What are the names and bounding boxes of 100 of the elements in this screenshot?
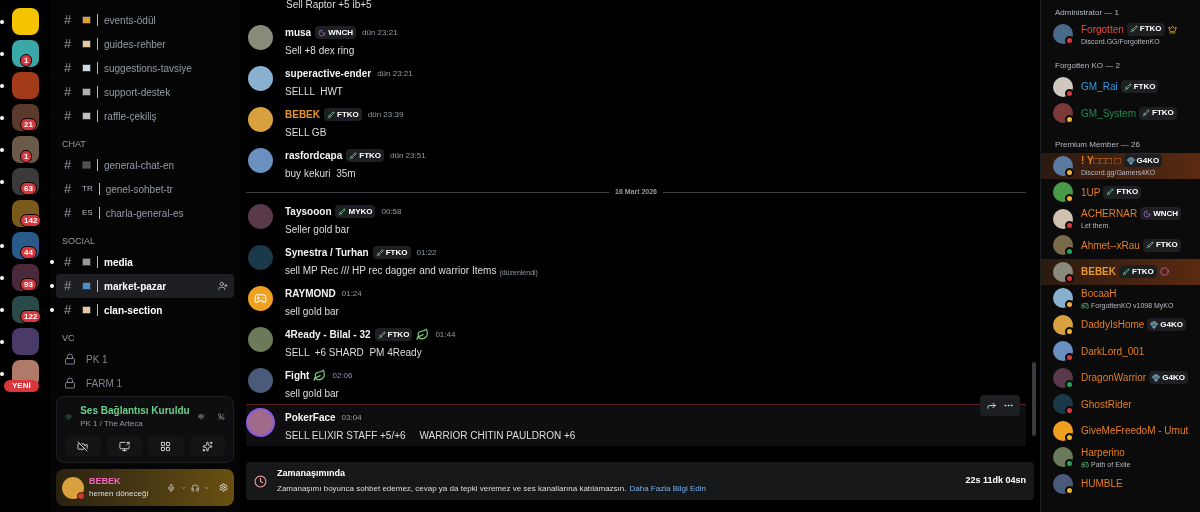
sword-icon (1145, 241, 1154, 250)
member-name: DarkLord_001 (1081, 344, 1145, 359)
channel-item[interactable]: # media (56, 250, 234, 274)
member-item[interactable]: GhostRider (1041, 391, 1200, 418)
member-avatar (1053, 288, 1073, 309)
member-avatar (1053, 208, 1073, 229)
channel-item[interactable]: # market-pazar (56, 274, 234, 298)
grid-icon (160, 440, 172, 452)
message-author[interactable]: superactive-ender (285, 66, 372, 81)
invite-icon[interactable] (218, 281, 228, 291)
member-item[interactable]: Ahmet--xRau FTKO (1041, 232, 1200, 259)
member-avatar (1053, 24, 1073, 45)
message-author[interactable]: Taysooon (285, 204, 332, 219)
mention-badge: 122 (20, 310, 42, 323)
sword-icon (327, 110, 335, 119)
message-author[interactable]: Fight (285, 368, 310, 383)
message-author[interactable]: PokerFace (285, 410, 336, 425)
member-item[interactable]: GM_Rai FTKO (1041, 73, 1200, 100)
sword-icon (377, 330, 386, 339)
settings-icon[interactable] (218, 481, 228, 494)
scrollbar-thumb[interactable] (1032, 362, 1036, 436)
message-author[interactable]: Synestra / Turhan (285, 245, 369, 260)
voice-channel[interactable]: PK 1 (86, 351, 108, 367)
timeout-remaining: 22s 11dk 04sn (965, 474, 1026, 488)
voice-channel-name[interactable]: PK 1 / The Arteca (80, 418, 190, 430)
mention-badge: 142 (20, 214, 42, 227)
gem-icon (1150, 320, 1159, 329)
message-author[interactable]: musa (285, 25, 312, 40)
learn-more-link[interactable]: Daha Fazla Bilgi Edin (629, 482, 706, 495)
status-indicator (77, 491, 85, 500)
tag-label: FTKO (385, 246, 408, 259)
voice-channel[interactable]: FARM 1 (86, 375, 123, 391)
member-item[interactable]: BEBEK FTKO (1041, 258, 1200, 285)
lock-icon (64, 353, 76, 365)
channel-item[interactable]: # events-ödül (56, 8, 234, 32)
user-avatar[interactable] (248, 148, 273, 173)
sword-icon (1106, 188, 1115, 197)
member-item[interactable]: GM_System FTKO (1041, 100, 1200, 127)
member-item[interactable]: HUMBLE (1041, 470, 1200, 497)
sword-icon (375, 248, 384, 257)
tag-label: FTKO (1155, 239, 1178, 252)
channel-item[interactable]: # guides-rehber (56, 32, 234, 56)
member-item[interactable]: 1UP FTKO (1041, 179, 1200, 206)
member-item[interactable]: DaddyIsHome G4KO (1041, 311, 1200, 338)
member-name: GiveMeFreedoM - Umut (1081, 424, 1189, 439)
channel-item[interactable]: # ES charla-general-es (56, 201, 234, 225)
member-avatar (1053, 447, 1073, 468)
user-avatar[interactable] (248, 25, 273, 50)
soundboard-button[interactable] (189, 436, 225, 456)
microphone-icon[interactable] (167, 481, 176, 494)
custom-status: hemen döneceği (89, 488, 149, 501)
activities-button[interactable] (148, 436, 184, 456)
user-avatar[interactable] (248, 107, 273, 132)
channel-item[interactable]: # support-destek (56, 80, 234, 104)
channel-item[interactable]: # clan-section (56, 298, 234, 322)
message-author[interactable]: RAYMOND (285, 286, 336, 301)
sword-icon (349, 151, 358, 160)
user-avatar[interactable] (248, 286, 273, 311)
category-header[interactable]: SOCIAL (56, 225, 234, 250)
message-text: SELL +6 SHARD PM 4Ready (285, 346, 422, 360)
sword-icon (1142, 109, 1150, 118)
member-item[interactable]: GiveMeFreedoM - Umut (1041, 417, 1200, 444)
member-name: BocaaH (1081, 286, 1117, 301)
channel-item[interactable]: # suggestions-tavsiye (56, 56, 234, 80)
category-header[interactable]: VC (56, 322, 234, 347)
member-name: ACHERNAR (1081, 207, 1138, 221)
member-group-header: Administrator — 1 (1054, 7, 1121, 19)
message-text: SELLL HWT (285, 85, 343, 99)
tag-label: WNCH (1153, 207, 1178, 220)
member-name: 1UP (1081, 185, 1101, 200)
member-avatar (1053, 420, 1073, 441)
message-author[interactable]: rasfordcapa (285, 148, 343, 163)
message-time: 02:06 (332, 369, 353, 382)
headphones-icon[interactable] (191, 481, 200, 494)
message-author[interactable]: BEBEK (285, 107, 320, 122)
message-author[interactable]: 4Ready - Bilal - 32 (285, 327, 371, 342)
server-icon[interactable] (11, 40, 39, 67)
member-name: GM_System (1081, 106, 1136, 121)
message-time: 00:58 (381, 205, 402, 218)
forward-icon[interactable] (986, 400, 997, 411)
member-item[interactable]: DragonWarrior G4KO (1041, 364, 1200, 391)
user-avatar[interactable] (62, 476, 84, 499)
message-time: dün 23:21 (362, 26, 398, 39)
member-group-header: Forgotten KO — 2 (1054, 59, 1121, 72)
camera-button[interactable] (65, 436, 101, 456)
member-item[interactable]: DarkLord_001 (1041, 338, 1200, 365)
channel-item[interactable]: # TR genel-sohbet-tr (56, 177, 234, 201)
tag-label: FTKO (1132, 265, 1154, 278)
channel-item[interactable]: # raffle-çekiliş (56, 104, 234, 128)
voice-status: Ses Bağlantısı Kuruldu (80, 404, 190, 418)
server-icon[interactable] (11, 8, 39, 35)
screen-share-button[interactable] (106, 436, 142, 456)
channel-item[interactable]: # general-chat-en (56, 153, 234, 177)
member-avatar (1053, 341, 1073, 362)
message-text: buy kekuri 35m (285, 167, 356, 181)
message-time: 01:44 (435, 328, 456, 341)
clock-icon (254, 474, 267, 488)
category-header[interactable]: CHAT (56, 128, 234, 153)
member-name: DragonWarrior (1081, 371, 1147, 386)
user-avatar[interactable] (248, 66, 273, 91)
